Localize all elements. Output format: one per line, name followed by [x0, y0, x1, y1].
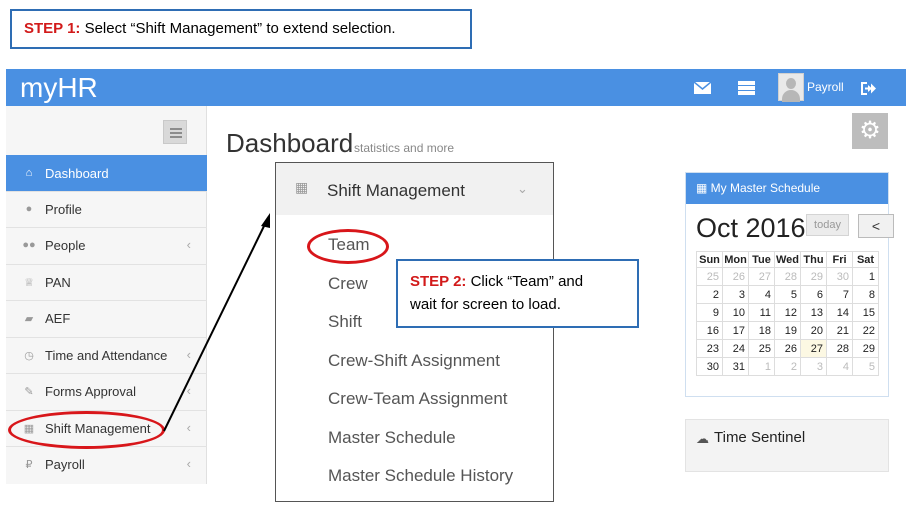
time-sentinel-panel: ☁ Time Sentinel — [685, 419, 889, 472]
calendar-day-cell[interactable]: 24 — [722, 339, 749, 358]
panel-header: ▦ My Master Schedule — [686, 173, 888, 204]
calendar-day-cell[interactable]: 15 — [852, 303, 879, 322]
weekday-header: Wed — [774, 251, 801, 268]
calendar-day-cell[interactable]: 31 — [722, 357, 749, 376]
calendar-day-cell[interactable]: 2 — [696, 285, 723, 304]
calendar-day-cell[interactable]: 2 — [774, 357, 801, 376]
calendar-day-cell[interactable]: 4 — [826, 357, 853, 376]
weekday-header: Sun — [696, 251, 723, 268]
calendar-icon: ▦ — [696, 181, 711, 195]
calendar-day-cell[interactable]: 27 — [748, 267, 775, 286]
calendar-day-cell[interactable]: 25 — [696, 267, 723, 286]
calendar-day-cell[interactable]: 23 — [696, 339, 723, 358]
calendar-week-row: 25 26 27 28 29 30 1 — [696, 267, 879, 286]
calendar-day-cell[interactable]: 30 — [826, 267, 853, 286]
calendar-day-cell[interactable]: 10 — [722, 303, 749, 322]
calendar-day-cell[interactable]: 26 — [722, 267, 749, 286]
calendar-week-row: 16 17 18 19 20 21 22 — [696, 321, 879, 340]
calendar-day-cell[interactable]: 22 — [852, 321, 879, 340]
calendar-day-cell[interactable]: 28 — [826, 339, 853, 358]
today-button[interactable]: today — [806, 214, 849, 236]
weekday-header: Fri — [826, 251, 853, 268]
calendar-day-cell[interactable]: 20 — [800, 321, 827, 340]
calendar-day-cell[interactable]: 11 — [748, 303, 775, 322]
calendar-day-cell[interactable]: 3 — [800, 357, 827, 376]
calendar-day-cell[interactable]: 6 — [800, 285, 827, 304]
weekday-header: Tue — [748, 251, 775, 268]
prev-month-button[interactable]: < — [858, 214, 894, 238]
calendar-week-row: 23 24 25 26 27 28 29 — [696, 339, 879, 358]
calendar-day-cell[interactable]: 18 — [748, 321, 775, 340]
cloud-icon: ☁ — [696, 431, 709, 446]
calendar-day-cell[interactable]: 26 — [774, 339, 801, 358]
calendar-day-cell[interactable]: 3 — [722, 285, 749, 304]
weekday-header: Thu — [800, 251, 827, 268]
calendar-week-row: 2345678 — [696, 285, 879, 304]
calendar-day-cell[interactable]: 29 — [800, 267, 827, 286]
calendar-week-row: 9 10 11 12 13 14 15 — [696, 303, 879, 322]
weekday-row: Sun Mon Tue Wed Thu Fri Sat — [696, 251, 879, 268]
time-sentinel-title: Time Sentinel — [714, 429, 806, 446]
calendar-day-cell[interactable]: 25 — [748, 339, 775, 358]
calendar-day-cell[interactable]: 27 — [800, 339, 827, 358]
calendar-day-cell[interactable]: 5 — [774, 285, 801, 304]
calendar-day-cell[interactable]: 4 — [748, 285, 775, 304]
calendar-day-cell[interactable]: 9 — [696, 303, 723, 322]
calendar-day-cell[interactable]: 17 — [722, 321, 749, 340]
calendar-day-cell[interactable]: 12 — [774, 303, 801, 322]
calendar-day-cell[interactable]: 29 — [852, 339, 879, 358]
calendar-day-cell[interactable]: 7 — [826, 285, 853, 304]
panel-title: My Master Schedule — [710, 181, 821, 195]
weekday-header: Mon — [722, 251, 749, 268]
calendar-day-cell[interactable]: 16 — [696, 321, 723, 340]
calendar-day-cell[interactable]: 14 — [826, 303, 853, 322]
calendar-day-cell[interactable]: 19 — [774, 321, 801, 340]
calendar-day-cell[interactable]: 21 — [826, 321, 853, 340]
calendar-day-cell[interactable]: 5 — [852, 357, 879, 376]
weekday-header: Sat — [852, 251, 879, 268]
calendar-day-cell[interactable]: 13 — [800, 303, 827, 322]
calendar-day-cell[interactable]: 1 — [748, 357, 775, 376]
calendar-week-row: 30 31 1 2 3 4 5 — [696, 357, 879, 376]
master-schedule-panel: ▦ My Master Schedule Oct 2016 today < Su… — [685, 172, 894, 397]
calendar-grid: Sun Mon Tue Wed Thu Fri Sat 25 26 27 28 29 30… — [696, 251, 879, 376]
calendar-day-cell[interactable]: 8 — [852, 285, 879, 304]
calendar-body: 25 26 27 28 29 30 1 2 3 4 5 6 7 8 9 10 11 12 13 14 15 16 17 18 1… — [696, 267, 879, 376]
calendar-month-label: Oct 2016 — [696, 213, 806, 243]
calendar-day-cell[interactable]: 1 — [852, 267, 879, 286]
calendar-day-cell[interactable]: 30 — [696, 357, 723, 376]
calendar-day-cell[interactable]: 28 — [774, 267, 801, 286]
